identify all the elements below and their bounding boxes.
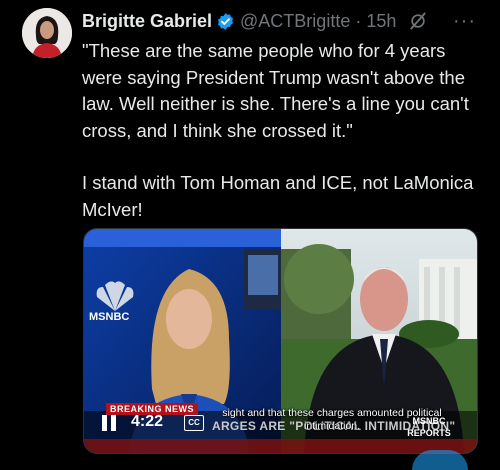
tweet-paragraph: "These are the same people who for 4 yea… bbox=[82, 40, 469, 141]
verified-badge-icon[interactable] bbox=[216, 12, 235, 31]
more-icon[interactable]: ··· bbox=[453, 10, 476, 33]
separator-dot: · bbox=[355, 10, 362, 31]
tweet-text: "These are the same people who for 4 yea… bbox=[82, 38, 486, 223]
closed-captions-button[interactable]: CC bbox=[184, 415, 204, 431]
pause-icon[interactable] bbox=[102, 415, 118, 433]
user-handle[interactable]: @ACTBrigitte bbox=[240, 11, 350, 32]
avatar[interactable] bbox=[22, 8, 72, 58]
display-name[interactable]: Brigitte Gabriel bbox=[82, 11, 212, 32]
network-logo bbox=[87, 277, 143, 333]
video-duration: 4:22 bbox=[131, 413, 164, 430]
profile-photo bbox=[22, 8, 72, 58]
scroll-indicator bbox=[412, 450, 468, 470]
video-player[interactable]: MSNBC BREAKING NEWS ARGES ARE "POLITICAL… bbox=[83, 228, 478, 454]
tweet-paragraph: I stand with Tom Homan and ICE, not LaMo… bbox=[82, 172, 474, 220]
network-name: MSNBC bbox=[89, 311, 130, 323]
tweet-header: Brigitte Gabriel @ACTBrigitte · 15h ··· bbox=[82, 10, 492, 32]
grok-icon[interactable] bbox=[408, 11, 428, 31]
timestamp[interactable]: 15h bbox=[366, 11, 396, 32]
video-caption: sight and that these charges amounted po… bbox=[222, 407, 442, 432]
